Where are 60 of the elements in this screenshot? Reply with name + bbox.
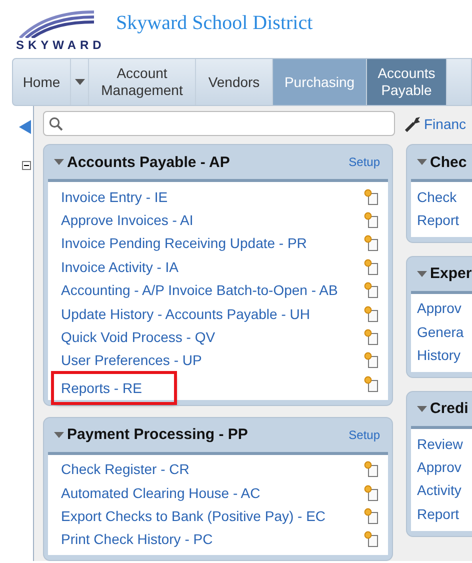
menu-link[interactable]: Automated Clearing House - AC	[61, 480, 364, 504]
tool-link[interactable]: Financ	[424, 116, 466, 132]
panel-title: Accounts Payable - AP	[67, 154, 231, 170]
panel-title: Payment Processing - PP	[67, 426, 249, 444]
menu-link[interactable]: Review	[417, 432, 471, 456]
menu-link[interactable]: Report	[417, 208, 471, 232]
page-gear-icon[interactable]	[364, 484, 378, 501]
minus-box-icon[interactable]	[22, 161, 31, 170]
page-gear-icon[interactable]	[364, 306, 378, 322]
menu-link[interactable]: History	[417, 344, 471, 367]
page-gear-icon[interactable]	[364, 531, 378, 548]
caret-icon[interactable]	[54, 432, 64, 438]
setup-link[interactable]: Setup	[348, 155, 380, 169]
caret-icon	[74, 79, 84, 85]
page-gear-icon[interactable]	[364, 329, 378, 346]
menu-link[interactable]: Invoice Entry - IE	[61, 185, 364, 208]
nav-tab[interactable]: Home	[13, 59, 71, 105]
menu-link[interactable]: Print Check History - PC	[61, 528, 364, 552]
menu-link[interactable]: Accounting - A/P Invoice Batch-to-Open - AB	[61, 278, 364, 302]
menu-link[interactable]: Invoice Pending Receiving Update - PR	[61, 232, 364, 256]
menu-link[interactable]: Export Checks to Bank (Positive Pay) - EC	[61, 504, 364, 528]
page-gear-icon[interactable]	[364, 508, 378, 524]
page-gear-icon[interactable]	[364, 282, 378, 298]
menu-link[interactable]: Check	[417, 185, 471, 208]
setup-link[interactable]: Setup	[348, 428, 380, 442]
page-gear-icon[interactable]	[364, 188, 378, 205]
menu-link[interactable]: Quick Void Process - QV	[61, 325, 364, 349]
menu-link[interactable]: Activity	[417, 478, 471, 502]
page-gear-icon[interactable]	[364, 235, 378, 252]
page-gear-icon[interactable]	[364, 258, 378, 275]
panel-title: Credi	[430, 400, 470, 418]
menu-link[interactable]: User Preferences - UP	[61, 348, 364, 372]
menu-link[interactable]: Invoice Activity - IA	[61, 255, 364, 279]
menu-link[interactable]: Genera	[417, 320, 471, 344]
page-gear-icon[interactable]	[364, 212, 378, 228]
caret-icon[interactable]	[54, 159, 64, 165]
menu-link[interactable]: Reports - RE	[54, 374, 174, 402]
caret-icon[interactable]	[417, 406, 427, 412]
search-field[interactable]	[43, 111, 395, 136]
menu-link[interactable]: Approve Invoices - AI	[61, 208, 364, 232]
page-gear-icon[interactable]	[364, 461, 378, 478]
caret-icon[interactable]	[417, 270, 427, 277]
wrench-icon	[405, 116, 421, 132]
caret-icon[interactable]	[417, 159, 427, 165]
search-icon	[49, 116, 63, 130]
page-gear-icon[interactable]	[364, 376, 378, 392]
logo-arcs-icon	[16, 8, 96, 38]
panel-title: Exper	[430, 265, 472, 282]
menu-link[interactable]: Check Register - CR	[61, 458, 364, 481]
menu-link[interactable]: Approv	[417, 455, 471, 479]
menu-link[interactable]: Approv	[417, 296, 471, 320]
menu-link[interactable]: Report	[417, 502, 471, 526]
district-title: Skyward School District	[116, 12, 313, 35]
menu-link[interactable]: Update History - Accounts Payable - UH	[61, 302, 364, 326]
logo-wordmark: SKYWARD	[16, 38, 102, 52]
collapse-arrow-icon[interactable]	[19, 120, 31, 134]
page-gear-icon[interactable]	[364, 352, 378, 368]
nav-tab[interactable]: Accounts Payable	[367, 59, 447, 105]
nav-tab[interactable]: Account Management	[89, 59, 196, 105]
panel-title: Chec	[430, 154, 468, 170]
